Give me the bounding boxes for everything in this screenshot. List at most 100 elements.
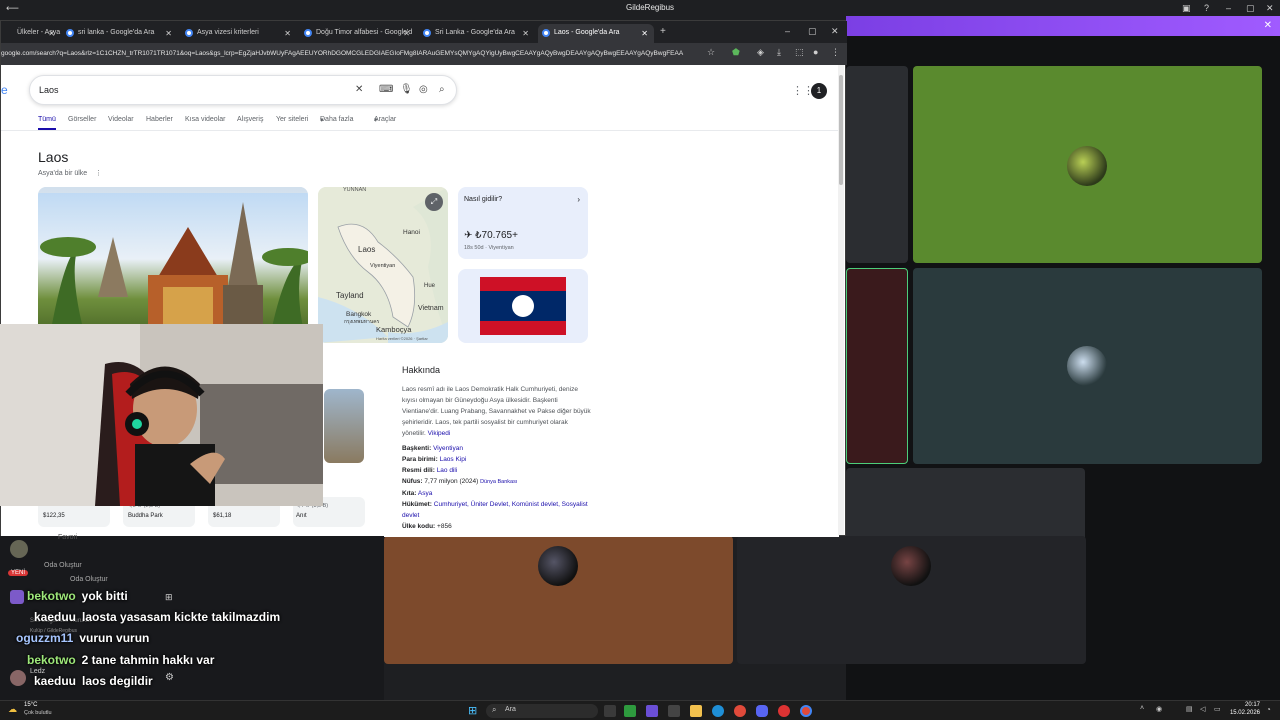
tray-icon[interactable]: ◉ (1156, 705, 1162, 713)
file-explorer-icon[interactable] (690, 705, 702, 717)
screen-icon[interactable]: ▣ (1182, 3, 1191, 14)
flag-card[interactable] (458, 269, 588, 343)
expand-map-icon[interactable]: ⤢ (425, 193, 443, 211)
maximize-icon[interactable]: ▢ (1246, 3, 1255, 14)
map-label: Kamboçya (376, 325, 412, 334)
browser-tab[interactable]: Ülkeler - Asya ✕ (1, 24, 61, 43)
chat-message: oguzzm11 vurun vurun (16, 631, 150, 645)
scrollbar[interactable] (838, 65, 844, 535)
discord-banner: ✕ (846, 16, 1280, 36)
browser-tab[interactable]: Asya vizesi kriterleri ✕ (181, 24, 297, 43)
minimize-icon[interactable]: – (785, 26, 790, 36)
browser-tab[interactable]: Sri Lanka - Google'da Ara ✕ (419, 24, 535, 43)
notification-icon[interactable]: ◔ (1266, 705, 1271, 714)
tab-more[interactable]: Daha fazla ▾ (320, 116, 353, 124)
google-logo-fragment[interactable]: e (1, 83, 8, 97)
map-label: Laos (358, 245, 376, 254)
fact-row: Hükümet: Cumhuriyet, Üniter Devlet, Komü… (402, 501, 588, 519)
account-avatar[interactable]: 1 (811, 83, 827, 99)
avatar (10, 670, 26, 686)
shield-icon[interactable]: ⬟ (732, 47, 740, 58)
temple-illustration (38, 187, 308, 347)
network-icon[interactable]: ▤ (1186, 705, 1193, 713)
wikipedia-link[interactable]: Vikipedi (428, 430, 451, 437)
url-field[interactable]: google.com/search?q=Laos&rlz=1C1CHZN_trT… (1, 47, 701, 61)
puzzle-icon[interactable]: ⬚ (795, 47, 804, 58)
extension-icon[interactable]: ◈ (757, 47, 764, 58)
video-tile[interactable] (913, 66, 1262, 263)
about-text: Laos resmî adı ile Laos Demokratik Halk … (402, 386, 591, 437)
menu-icon[interactable]: ⋮ (831, 47, 840, 58)
video-tile[interactable] (737, 536, 1086, 664)
search-icon[interactable]: ⌕ (439, 84, 445, 95)
help-icon[interactable]: ? (1204, 3, 1209, 13)
plane-icon: ✈ (464, 230, 473, 241)
browser-tab[interactable]: Doğu Timor alfabesi - Google'd ✕ (300, 24, 416, 43)
xbox-icon[interactable] (624, 705, 636, 717)
map-label: Viyentiyan (370, 263, 396, 269)
place-thumbnail[interactable] (324, 389, 364, 463)
clock-date[interactable]: 15.02.2026 (1226, 710, 1260, 716)
volume-icon[interactable]: ◁ (1200, 705, 1205, 713)
scrollbar-thumb[interactable] (839, 75, 843, 185)
task-view-icon[interactable] (604, 705, 616, 717)
mic-icon[interactable]: 🎙 (400, 84, 413, 95)
clock-time[interactable]: 20:17 (1232, 702, 1260, 708)
maximize-icon[interactable]: ▢ (808, 26, 817, 37)
app-icon[interactable] (668, 705, 680, 717)
video-tile[interactable] (913, 268, 1262, 464)
chevron-right-icon: › (577, 195, 580, 204)
taskbar-search[interactable]: ⌕ Ara (486, 704, 598, 718)
clear-icon[interactable]: ✕ (355, 84, 363, 95)
back-arrow-icon[interactable]: ⟵ (6, 3, 19, 14)
avatar (1067, 346, 1107, 386)
tray-chevron-icon[interactable]: ˄ (1140, 705, 1144, 712)
tab-news[interactable]: Haberler (146, 116, 173, 123)
settings-icon[interactable]: ⚙ (165, 672, 174, 683)
teams-icon[interactable] (646, 705, 658, 717)
discord-icon[interactable] (756, 705, 768, 717)
new-tab-icon[interactable]: + (660, 26, 666, 37)
tab-shopping[interactable]: Alışveriş (237, 116, 263, 123)
edge-icon[interactable] (712, 705, 724, 717)
chrome-icon[interactable] (734, 705, 746, 717)
profile-icon[interactable]: ● (813, 47, 818, 57)
battery-icon[interactable]: ▭ (1214, 705, 1221, 713)
avatar (10, 590, 24, 604)
browser-tab-active[interactable]: Laos - Google'da Ara ✕ (538, 24, 654, 43)
map-label: Hue (424, 283, 436, 289)
tab-images[interactable]: Görseller (68, 116, 96, 123)
avatar (538, 546, 578, 586)
flight-card[interactable]: Nasıl gidilir? › ✈ ₺70.765+ 18s 50d · Vi… (458, 187, 588, 259)
tab-places[interactable]: Yer siteleri (276, 116, 308, 123)
address-bar: google.com/search?q=Laos&rlz=1C1CHZN_trT… (1, 43, 847, 65)
video-tile[interactable] (846, 268, 908, 464)
minimize-icon[interactable]: – (1226, 3, 1231, 13)
keyboard-icon[interactable]: ⌨ (379, 84, 393, 95)
video-tile[interactable] (846, 66, 908, 263)
laos-temple-photo[interactable] (38, 187, 308, 347)
download-icon[interactable]: ⤓ (777, 47, 781, 58)
tab-short-videos[interactable]: Kısa videolar (185, 116, 225, 123)
browser-tab[interactable]: sri lanka - Google'da Ara ✕ (62, 24, 178, 43)
map-widget[interactable]: YUNNAN Hanoi Laos Viyentiyan Tayland Hue… (318, 187, 448, 343)
tab-videos[interactable]: Videolar (108, 116, 134, 123)
tab-tools[interactable]: Araçlar ▾ (374, 116, 396, 124)
chat-message: bekotwo yok bitti (27, 589, 128, 603)
close-icon[interactable]: ✕ (831, 26, 839, 37)
search-input[interactable]: Laos (39, 85, 59, 95)
lens-icon[interactable]: ◎ (419, 84, 428, 95)
close-icon[interactable]: ✕ (1266, 3, 1274, 14)
chrome-active-icon[interactable] (800, 705, 812, 717)
close-icon[interactable]: ✕ (1264, 20, 1272, 31)
tab-all[interactable]: Tümü (38, 116, 56, 130)
app-icon[interactable] (778, 705, 790, 717)
headphones-icon[interactable]: ⊞ (165, 592, 173, 603)
start-button[interactable]: ⊞ (468, 704, 477, 717)
weather-icon[interactable]: ☁ (8, 704, 17, 715)
webcam-overlay (0, 324, 323, 506)
star-icon[interactable]: ☆ (707, 47, 715, 58)
about-section: Hakkında Laos resmî adı ile Laos Demokra… (402, 365, 592, 532)
search-box[interactable]: Laos ✕ ⌨ 🎙 ◎ ⌕ (29, 75, 457, 105)
video-tile[interactable] (384, 536, 733, 664)
